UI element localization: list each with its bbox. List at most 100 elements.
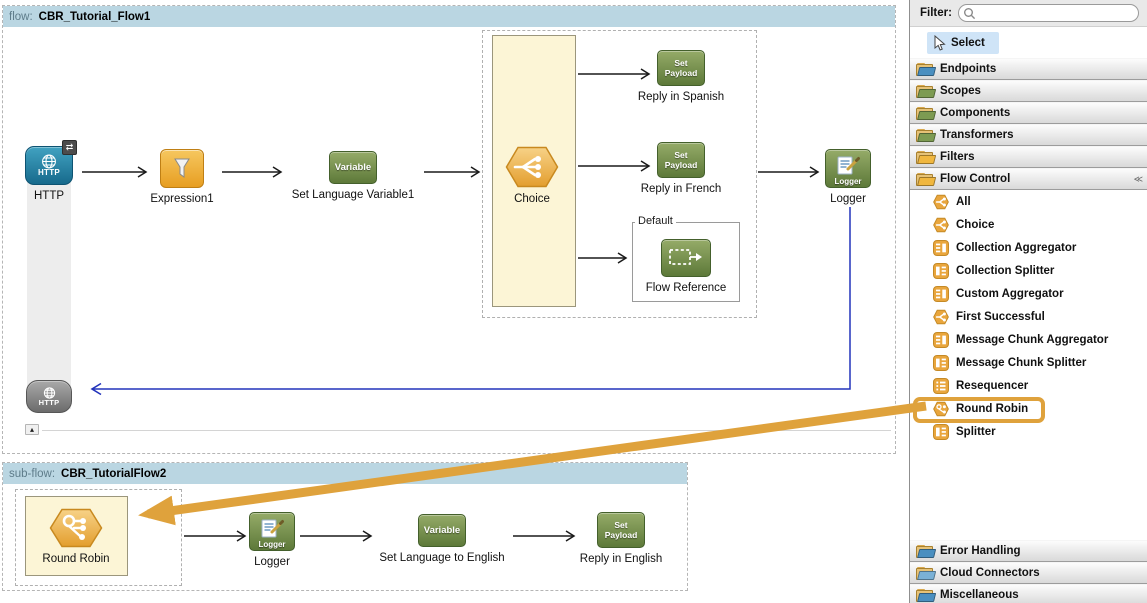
node-label: Flow Reference — [646, 282, 727, 294]
select-tool[interactable]: Select — [927, 32, 999, 54]
collection-splitter-icon — [933, 263, 949, 279]
set-payload-french-node[interactable]: Set Payload Reply in French — [606, 142, 756, 195]
flow-name: CBR_Tutorial_Flow1 — [39, 11, 151, 23]
message-chunk-aggregator-icon — [933, 332, 949, 348]
palette-search-box[interactable] — [958, 4, 1139, 22]
cursor-icon — [932, 35, 946, 51]
globe-icon — [39, 154, 59, 169]
folder-icon — [916, 107, 934, 120]
palette-item-collection-splitter[interactable]: Collection Splitter — [910, 259, 1147, 282]
default-branch-label: Default — [635, 215, 676, 227]
palette-category-cloud-connectors[interactable]: Cloud Connectors — [910, 562, 1147, 584]
palette-filter-bar: Filter: — [910, 0, 1147, 27]
flow-reference-icon — [661, 239, 711, 277]
folder-icon — [916, 589, 934, 602]
main-flow-titlebar[interactable]: flow: CBR_Tutorial_Flow1 — [3, 6, 895, 27]
variable-icon: Variable — [329, 151, 377, 184]
choice-icon — [933, 217, 949, 233]
collapse-section-handle[interactable]: ▴ — [25, 424, 39, 435]
folder-icon — [916, 85, 934, 98]
set-payload-spanish-node[interactable]: Set Payload Reply in Spanish — [606, 50, 756, 103]
splitter-icon — [933, 424, 949, 440]
custom-aggregator-icon — [933, 286, 949, 302]
palette-item-round-robin[interactable]: Round Robin — [910, 397, 1147, 420]
set-payload-icon: Set Payload — [657, 142, 705, 178]
node-label: Reply in English — [580, 553, 662, 565]
choice-icon — [505, 146, 559, 188]
round-robin-icon — [933, 401, 949, 417]
folder-icon — [916, 63, 934, 76]
palette-category-transformers[interactable]: Transformers — [910, 124, 1147, 146]
all-icon — [933, 194, 949, 210]
node-label: HTTP — [34, 190, 64, 202]
main-flow-container: flow: CBR_Tutorial_Flow1 — [2, 5, 896, 454]
expression-funnel-icon — [160, 149, 204, 188]
logger-icon: Logger — [249, 512, 295, 551]
palette-item-message-chunk-aggregator[interactable]: Message Chunk Aggregator — [910, 328, 1147, 351]
flow-control-item-list: All Choice Collection Aggregator Collect… — [910, 190, 1147, 443]
logger-icon: Logger — [825, 149, 871, 188]
node-label: Round Robin — [42, 553, 109, 565]
first-successful-icon — [933, 309, 949, 325]
sub-flow-titlebar[interactable]: sub-flow: CBR_TutorialFlow2 — [3, 463, 687, 484]
palette-item-first-successful[interactable]: First Successful — [910, 305, 1147, 328]
node-label: Choice — [514, 193, 550, 205]
round-robin-icon — [49, 508, 103, 548]
palette-category-error-handling[interactable]: Error Handling — [910, 540, 1147, 562]
logger-node[interactable]: Logger Logger — [197, 512, 347, 568]
folder-icon — [916, 129, 934, 142]
palette-item-collection-aggregator[interactable]: Collection Aggregator — [910, 236, 1147, 259]
round-robin-node[interactable]: Round Robin — [1, 508, 151, 565]
http-response-node[interactable]: HTTP — [0, 380, 124, 413]
palette-item-all[interactable]: All — [910, 190, 1147, 213]
set-payload-english-node[interactable]: Set Payload Reply in English — [546, 512, 696, 565]
filter-label: Filter: — [920, 7, 952, 19]
palette-item-custom-aggregator[interactable]: Custom Aggregator — [910, 282, 1147, 305]
flow-name: CBR_TutorialFlow2 — [61, 468, 166, 480]
folder-icon — [916, 545, 934, 558]
set-language-english-node[interactable]: Variable Set Language to English — [367, 514, 517, 564]
search-icon — [963, 7, 976, 20]
palette-category-endpoints[interactable]: Endpoints — [910, 58, 1147, 80]
palette-item-choice[interactable]: Choice — [910, 213, 1147, 236]
palette-category-flow-control[interactable]: Flow Control ≪ — [910, 168, 1147, 190]
expression-filter-node[interactable]: Expression1 — [107, 149, 257, 205]
palette-item-splitter[interactable]: Splitter — [910, 420, 1147, 443]
flow-reference-node[interactable]: Flow Reference — [611, 239, 761, 294]
flow-kind-label: flow: — [9, 11, 33, 23]
palette-category-filters[interactable]: Filters — [910, 146, 1147, 168]
palette-bottom-categories: Error Handling Cloud Connectors Miscella… — [910, 540, 1147, 603]
palette-category-miscellaneous[interactable]: Miscellaneous — [910, 584, 1147, 603]
node-label: Set Language to English — [379, 552, 504, 564]
palette-select-row: Select — [910, 27, 1147, 58]
collection-aggregator-icon — [933, 240, 949, 256]
http-flow-lane — [27, 181, 71, 409]
resequencer-icon — [933, 378, 949, 394]
palette-item-resequencer[interactable]: Resequencer — [910, 374, 1147, 397]
variable-icon: Variable — [418, 514, 466, 547]
mule-flow-editor: flow: CBR_Tutorial_Flow1 sub-flow: CBR_T… — [0, 0, 1147, 603]
palette-category-components[interactable]: Components — [910, 102, 1147, 124]
set-payload-icon: Set Payload — [597, 512, 645, 548]
palette-filter-input[interactable] — [979, 7, 1132, 19]
message-chunk-splitter-icon — [933, 355, 949, 371]
node-label: Reply in Spanish — [638, 91, 724, 103]
http-response-icon: HTTP — [26, 380, 72, 413]
http-endpoint-node[interactable]: HTTP ⇄ HTTP — [0, 146, 124, 202]
palette-item-message-chunk-splitter[interactable]: Message Chunk Splitter — [910, 351, 1147, 374]
node-label: Reply in French — [641, 183, 722, 195]
node-label: Set Language Variable1 — [292, 189, 415, 201]
palette-panel: Filter: Select Endpoints Scopes Componen… — [909, 0, 1147, 603]
node-label: Expression1 — [150, 193, 213, 205]
collapse-all-icon[interactable]: ≪ — [1134, 174, 1143, 185]
logger-node[interactable]: Logger Logger — [773, 149, 923, 205]
node-label: Logger — [254, 556, 290, 568]
set-language-variable-node[interactable]: Variable Set Language Variable1 — [278, 151, 428, 201]
flow-kind-label: sub-flow: — [9, 468, 55, 480]
folder-icon — [916, 567, 934, 580]
choice-router-node[interactable]: Choice — [457, 146, 607, 205]
node-label: Logger — [830, 193, 866, 205]
palette-category-scopes[interactable]: Scopes — [910, 80, 1147, 102]
two-way-arrows-badge-icon: ⇄ — [62, 140, 77, 155]
http-icon: HTTP ⇄ — [25, 146, 73, 185]
